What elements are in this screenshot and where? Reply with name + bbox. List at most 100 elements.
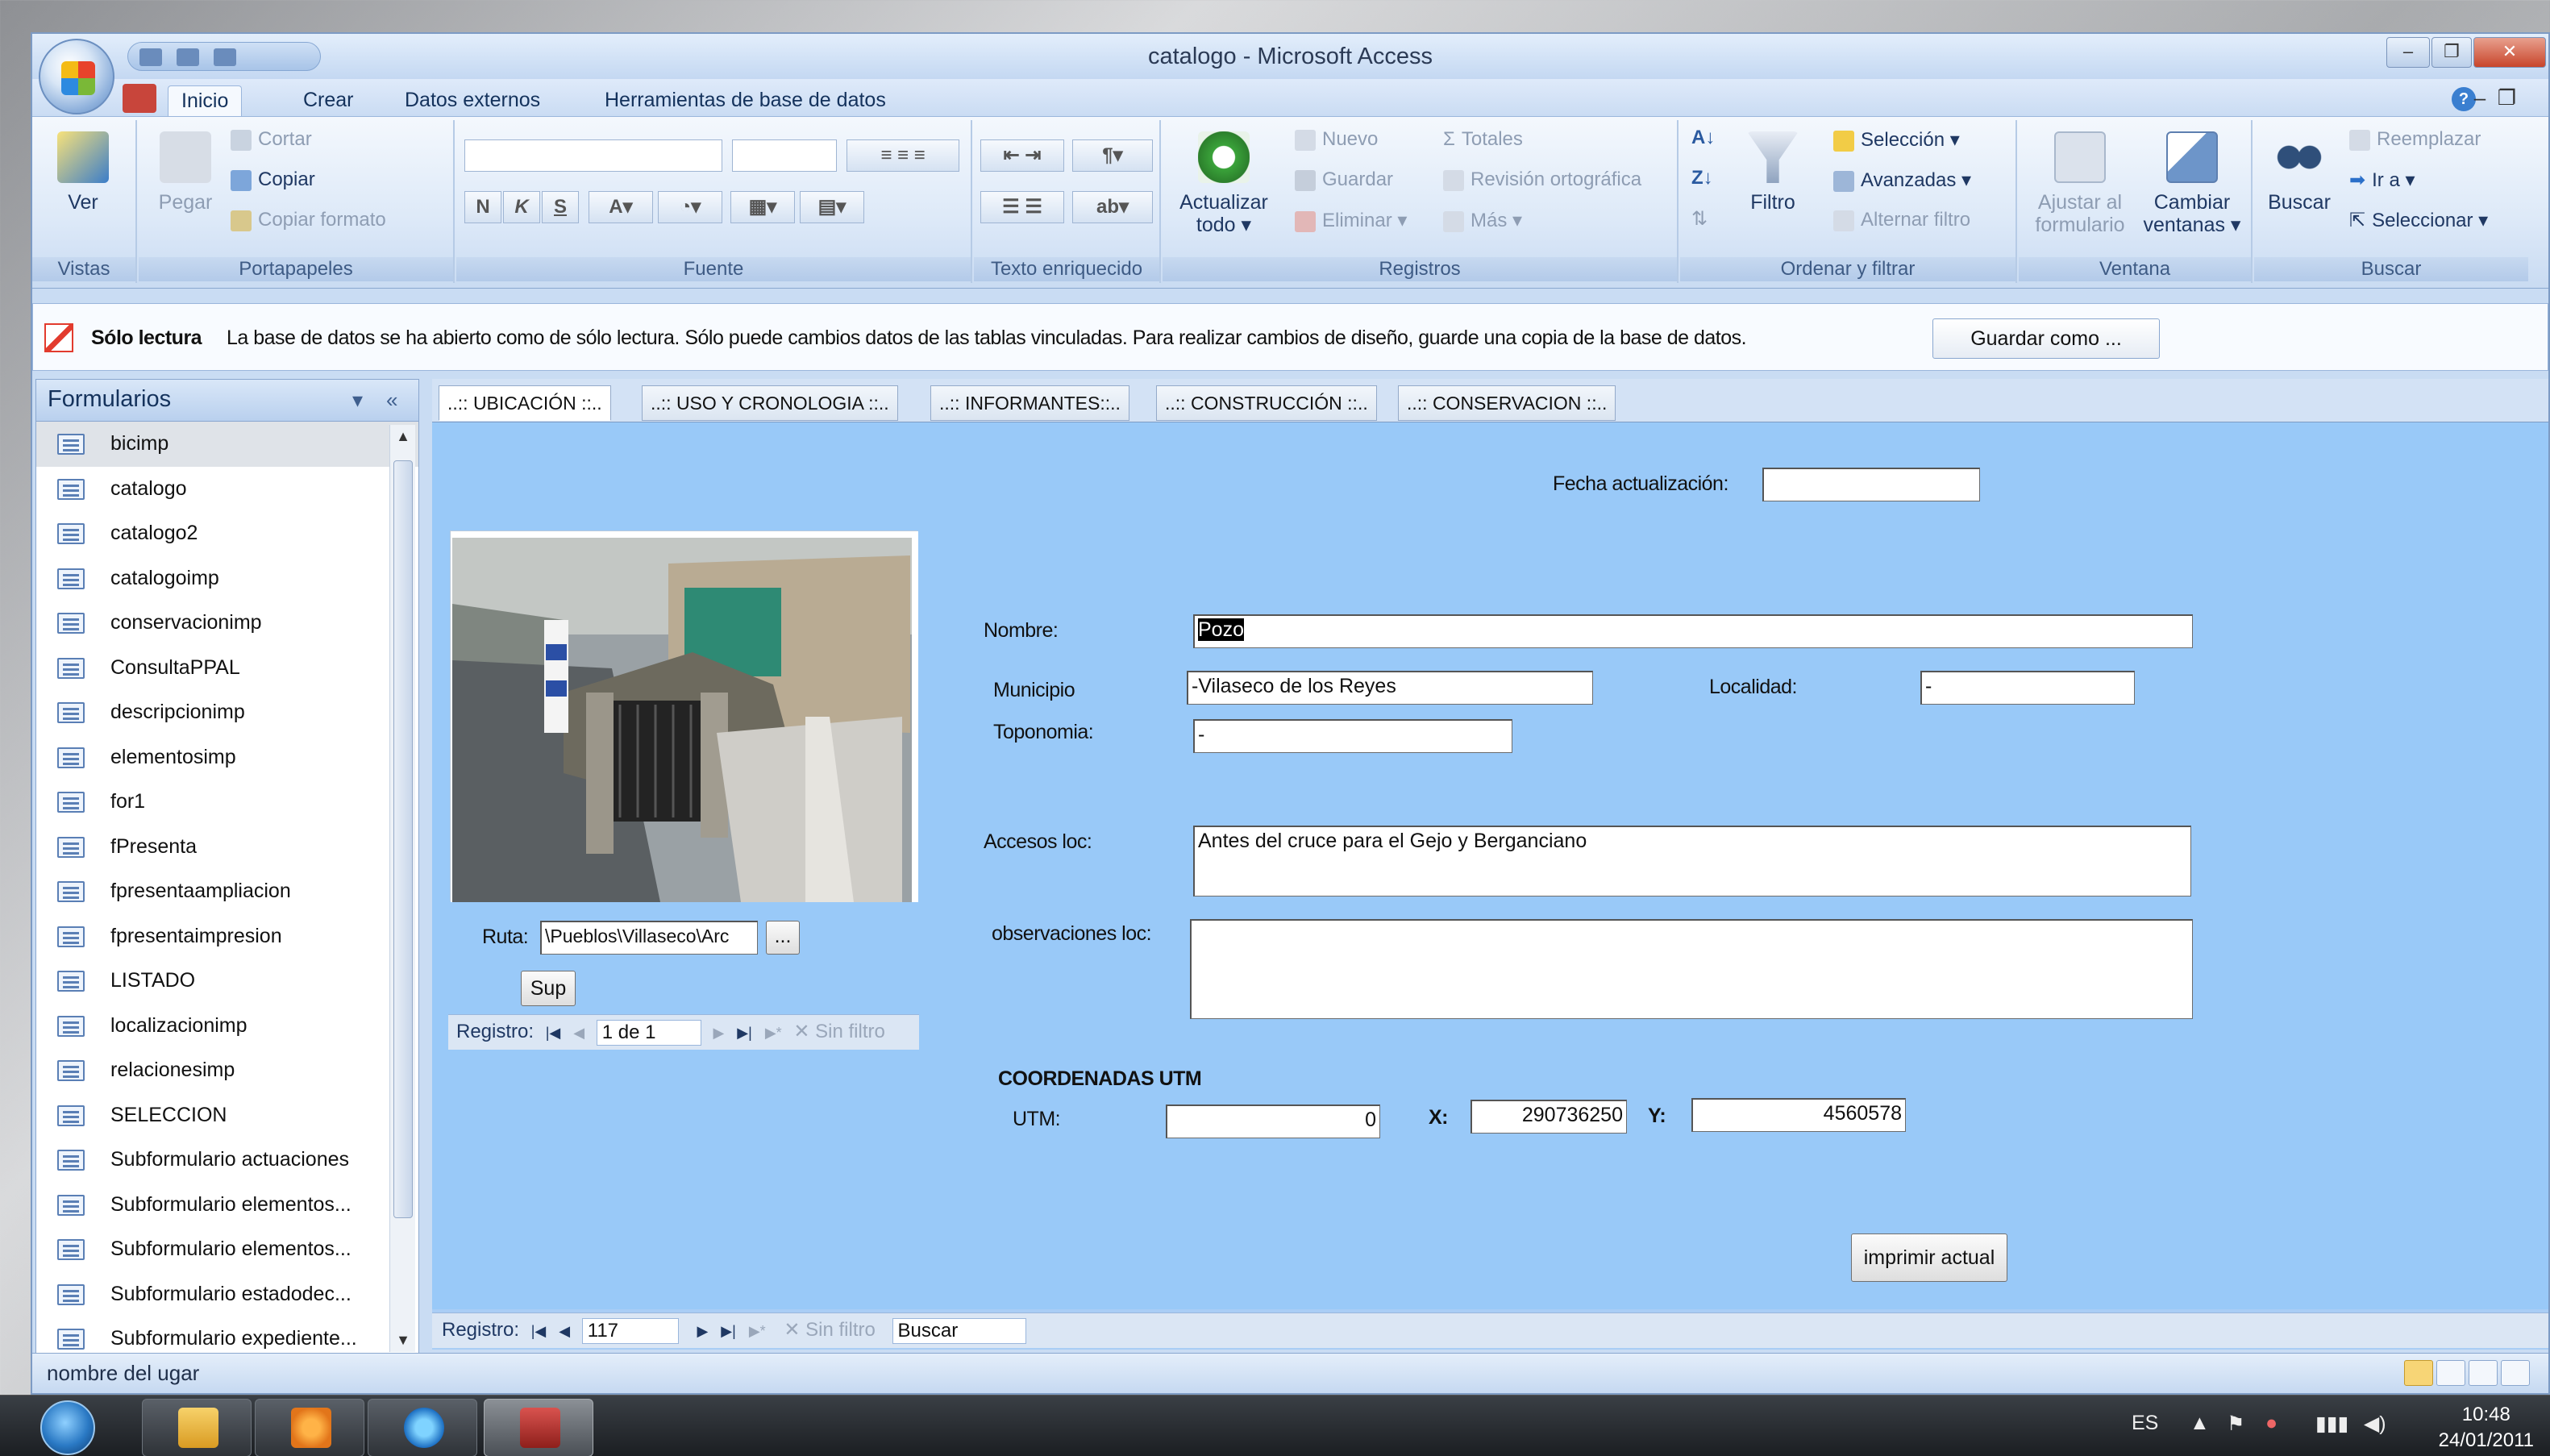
italic-button[interactable]: K	[503, 191, 540, 223]
restore-button[interactable]: ❐	[2431, 37, 2472, 68]
nav-scrollbar[interactable]: ▲ ▼	[389, 425, 415, 1352]
nav-item-subformulario-actuaciones[interactable]: Subformulario actuaciones	[36, 1138, 418, 1183]
avanzadas-button[interactable]: Avanzadas ▾	[1833, 168, 1971, 192]
close-button[interactable]: ✕	[2473, 37, 2546, 68]
alternar-filtro-button[interactable]: Alternar filtro	[1833, 209, 1970, 231]
actualizar-todo-button[interactable]: Actualizar todo ▾	[1167, 131, 1280, 236]
nav-item-subformulario-expediente[interactable]: Subformulario expediente...	[36, 1317, 418, 1354]
nav-item-fpresenta[interactable]: fPresenta	[36, 825, 418, 870]
scroll-thumb[interactable]	[393, 460, 413, 1218]
font-name-select[interactable]	[464, 139, 722, 172]
network-warning-icon[interactable]: ●	[2265, 1412, 2278, 1435]
ir-a-button[interactable]: ➡ Ir a ▾	[2349, 168, 2415, 192]
underline-button[interactable]: S	[542, 191, 579, 223]
pegar-button[interactable]: Pegar	[153, 131, 218, 214]
alternate-fill-icon[interactable]: ▤▾	[800, 191, 864, 223]
datasheet-view-icon[interactable]	[2436, 1360, 2465, 1386]
tab-datos-externos[interactable]: Datos externos	[392, 85, 553, 116]
font-color-icon[interactable]: A▾	[589, 191, 653, 223]
action-center-flag-icon[interactable]: ⚑	[2227, 1412, 2244, 1436]
cambiar-ventanas-button[interactable]: Cambiar ventanas ▾	[2140, 131, 2244, 236]
nav-item-subformulario-elementos-2[interactable]: Subformulario elementos...	[36, 1227, 418, 1272]
browse-button[interactable]: ...	[766, 921, 800, 955]
prev-record-icon[interactable]: ◀	[573, 1016, 584, 1050]
tab-inicio[interactable]: Inicio	[168, 85, 243, 116]
indent-buttons[interactable]: ⇤ ⇥	[980, 139, 1064, 172]
toponomia-field[interactable]: -	[1193, 719, 1512, 753]
collapse-pane-icon[interactable]: «	[386, 388, 397, 413]
accesos-field[interactable]: Antes del cruce para el Gejo y Bergancia…	[1193, 826, 2191, 896]
volume-icon[interactable]: ◀)	[2364, 1412, 2386, 1436]
new-record-icon[interactable]: ▶*	[749, 1314, 766, 1348]
nav-item-for1[interactable]: for1	[36, 780, 418, 825]
ajustar-formulario-button[interactable]: Ajustar al formulario	[2024, 131, 2136, 236]
nav-item-fpresentaampliacion[interactable]: fpresentaampliacion	[36, 869, 418, 914]
list-buttons[interactable]: ☰ ☰	[980, 191, 1064, 223]
layout-view-icon[interactable]	[2469, 1360, 2498, 1386]
copiar-formato-button[interactable]: Copiar formato	[231, 209, 386, 231]
nav-item-localizacionimp[interactable]: localizacionimp	[36, 1004, 418, 1049]
tab-informantes[interactable]: ..:: INFORMANTES::..	[930, 385, 1129, 421]
design-view-icon[interactable]	[2501, 1360, 2530, 1386]
tray-expand-icon[interactable]: ▲	[2190, 1412, 2210, 1435]
last-record-icon[interactable]: ▶|	[737, 1016, 752, 1050]
seleccion-button[interactable]: Selección ▾	[1833, 128, 1960, 152]
seleccionar-button[interactable]: ⇱ Seleccionar ▾	[2349, 209, 2488, 232]
scroll-down-icon[interactable]: ▼	[393, 1332, 413, 1349]
nav-item-fpresentaimpresion[interactable]: fpresentaimpresion	[36, 914, 418, 959]
reemplazar-button[interactable]: Reemplazar	[2349, 128, 2481, 151]
form-view-icon[interactable]	[2404, 1360, 2433, 1386]
sup-button[interactable]: Sup	[521, 971, 576, 1006]
nav-item-consultappal[interactable]: ConsultaPPAL	[36, 646, 418, 691]
nav-item-bicimp[interactable]: bicimp	[36, 422, 418, 467]
clear-sort-icon[interactable]: ⇅	[1691, 207, 1708, 231]
signal-icon[interactable]: ▮▮▮	[2315, 1412, 2348, 1436]
clock[interactable]: 10:48 24/01/2011	[2439, 1402, 2534, 1454]
last-record-icon[interactable]: ▶|	[721, 1314, 736, 1348]
nav-item-descripcionimp[interactable]: descripcionimp	[36, 690, 418, 735]
next-record-icon[interactable]: ▶	[713, 1016, 724, 1050]
imprimir-actual-button[interactable]: imprimir actual	[1851, 1233, 2007, 1282]
next-record-icon[interactable]: ▶	[697, 1314, 708, 1348]
chevron-down-icon[interactable]: ▾	[352, 388, 363, 413]
nav-item-subformulario-estadodec[interactable]: Subformulario estadodec...	[36, 1272, 418, 1317]
mas-button[interactable]: Más ▾	[1443, 209, 1522, 232]
localidad-field[interactable]: -	[1920, 671, 2135, 705]
align-buttons[interactable]: ≡ ≡ ≡	[847, 139, 959, 172]
subform-filter-label[interactable]: Sin filtro	[815, 1021, 885, 1042]
ribbon-minimize-icon[interactable]: – ❐	[2474, 85, 2516, 110]
nuevo-button[interactable]: Nuevo	[1295, 128, 1378, 151]
ruta-field[interactable]: \Pueblos\Villaseco\Arc	[540, 921, 758, 955]
start-button[interactable]	[40, 1400, 95, 1455]
nav-item-conservacionimp[interactable]: conservacionimp	[36, 601, 418, 646]
search-box[interactable]: Buscar	[892, 1317, 1026, 1344]
totales-button[interactable]: Σ Totales	[1443, 128, 1523, 151]
subform-record-number[interactable]: 1 de 1	[596, 1019, 701, 1046]
nav-pane-header[interactable]: Formularios ▾ «	[36, 380, 418, 422]
no-filter-icon[interactable]: ✕	[784, 1319, 800, 1341]
highlight-button[interactable]: ab▾	[1072, 191, 1153, 223]
office-button[interactable]	[39, 39, 114, 114]
nav-item-catalogo2[interactable]: catalogo2	[36, 511, 418, 556]
tab-uso-cronologia[interactable]: ..:: USO Y CRONOLOGIA ::..	[642, 385, 898, 421]
scroll-up-icon[interactable]: ▲	[393, 428, 413, 445]
y-field[interactable]: 4560578	[1691, 1098, 1906, 1132]
nav-item-seleccion[interactable]: SELECCION	[36, 1093, 418, 1138]
nav-item-listado[interactable]: LISTADO	[36, 959, 418, 1004]
minimize-button[interactable]: –	[2386, 37, 2430, 68]
prev-record-icon[interactable]: ◀	[559, 1314, 570, 1348]
taskbar-access[interactable]	[484, 1399, 593, 1456]
taskbar-media-player[interactable]	[255, 1399, 364, 1456]
nav-item-elementosimp[interactable]: elementosimp	[36, 735, 418, 780]
observaciones-field[interactable]	[1190, 919, 2193, 1019]
font-size-select[interactable]	[732, 139, 837, 172]
bold-button[interactable]: N	[464, 191, 501, 223]
first-record-icon[interactable]: |◀	[546, 1016, 561, 1050]
nav-item-subformulario-elementos-1[interactable]: Subformulario elementos...	[36, 1183, 418, 1228]
tab-construccion[interactable]: ..:: CONSTRUCCIÓN ::..	[1156, 385, 1377, 421]
nav-item-catalogoimp[interactable]: catalogoimp	[36, 556, 418, 601]
nombre-field[interactable]: Pozo	[1193, 614, 2193, 648]
tab-crear[interactable]: Crear	[290, 85, 367, 116]
no-filter-icon[interactable]: ✕	[793, 1021, 809, 1042]
nav-item-catalogo[interactable]: catalogo	[36, 467, 418, 512]
